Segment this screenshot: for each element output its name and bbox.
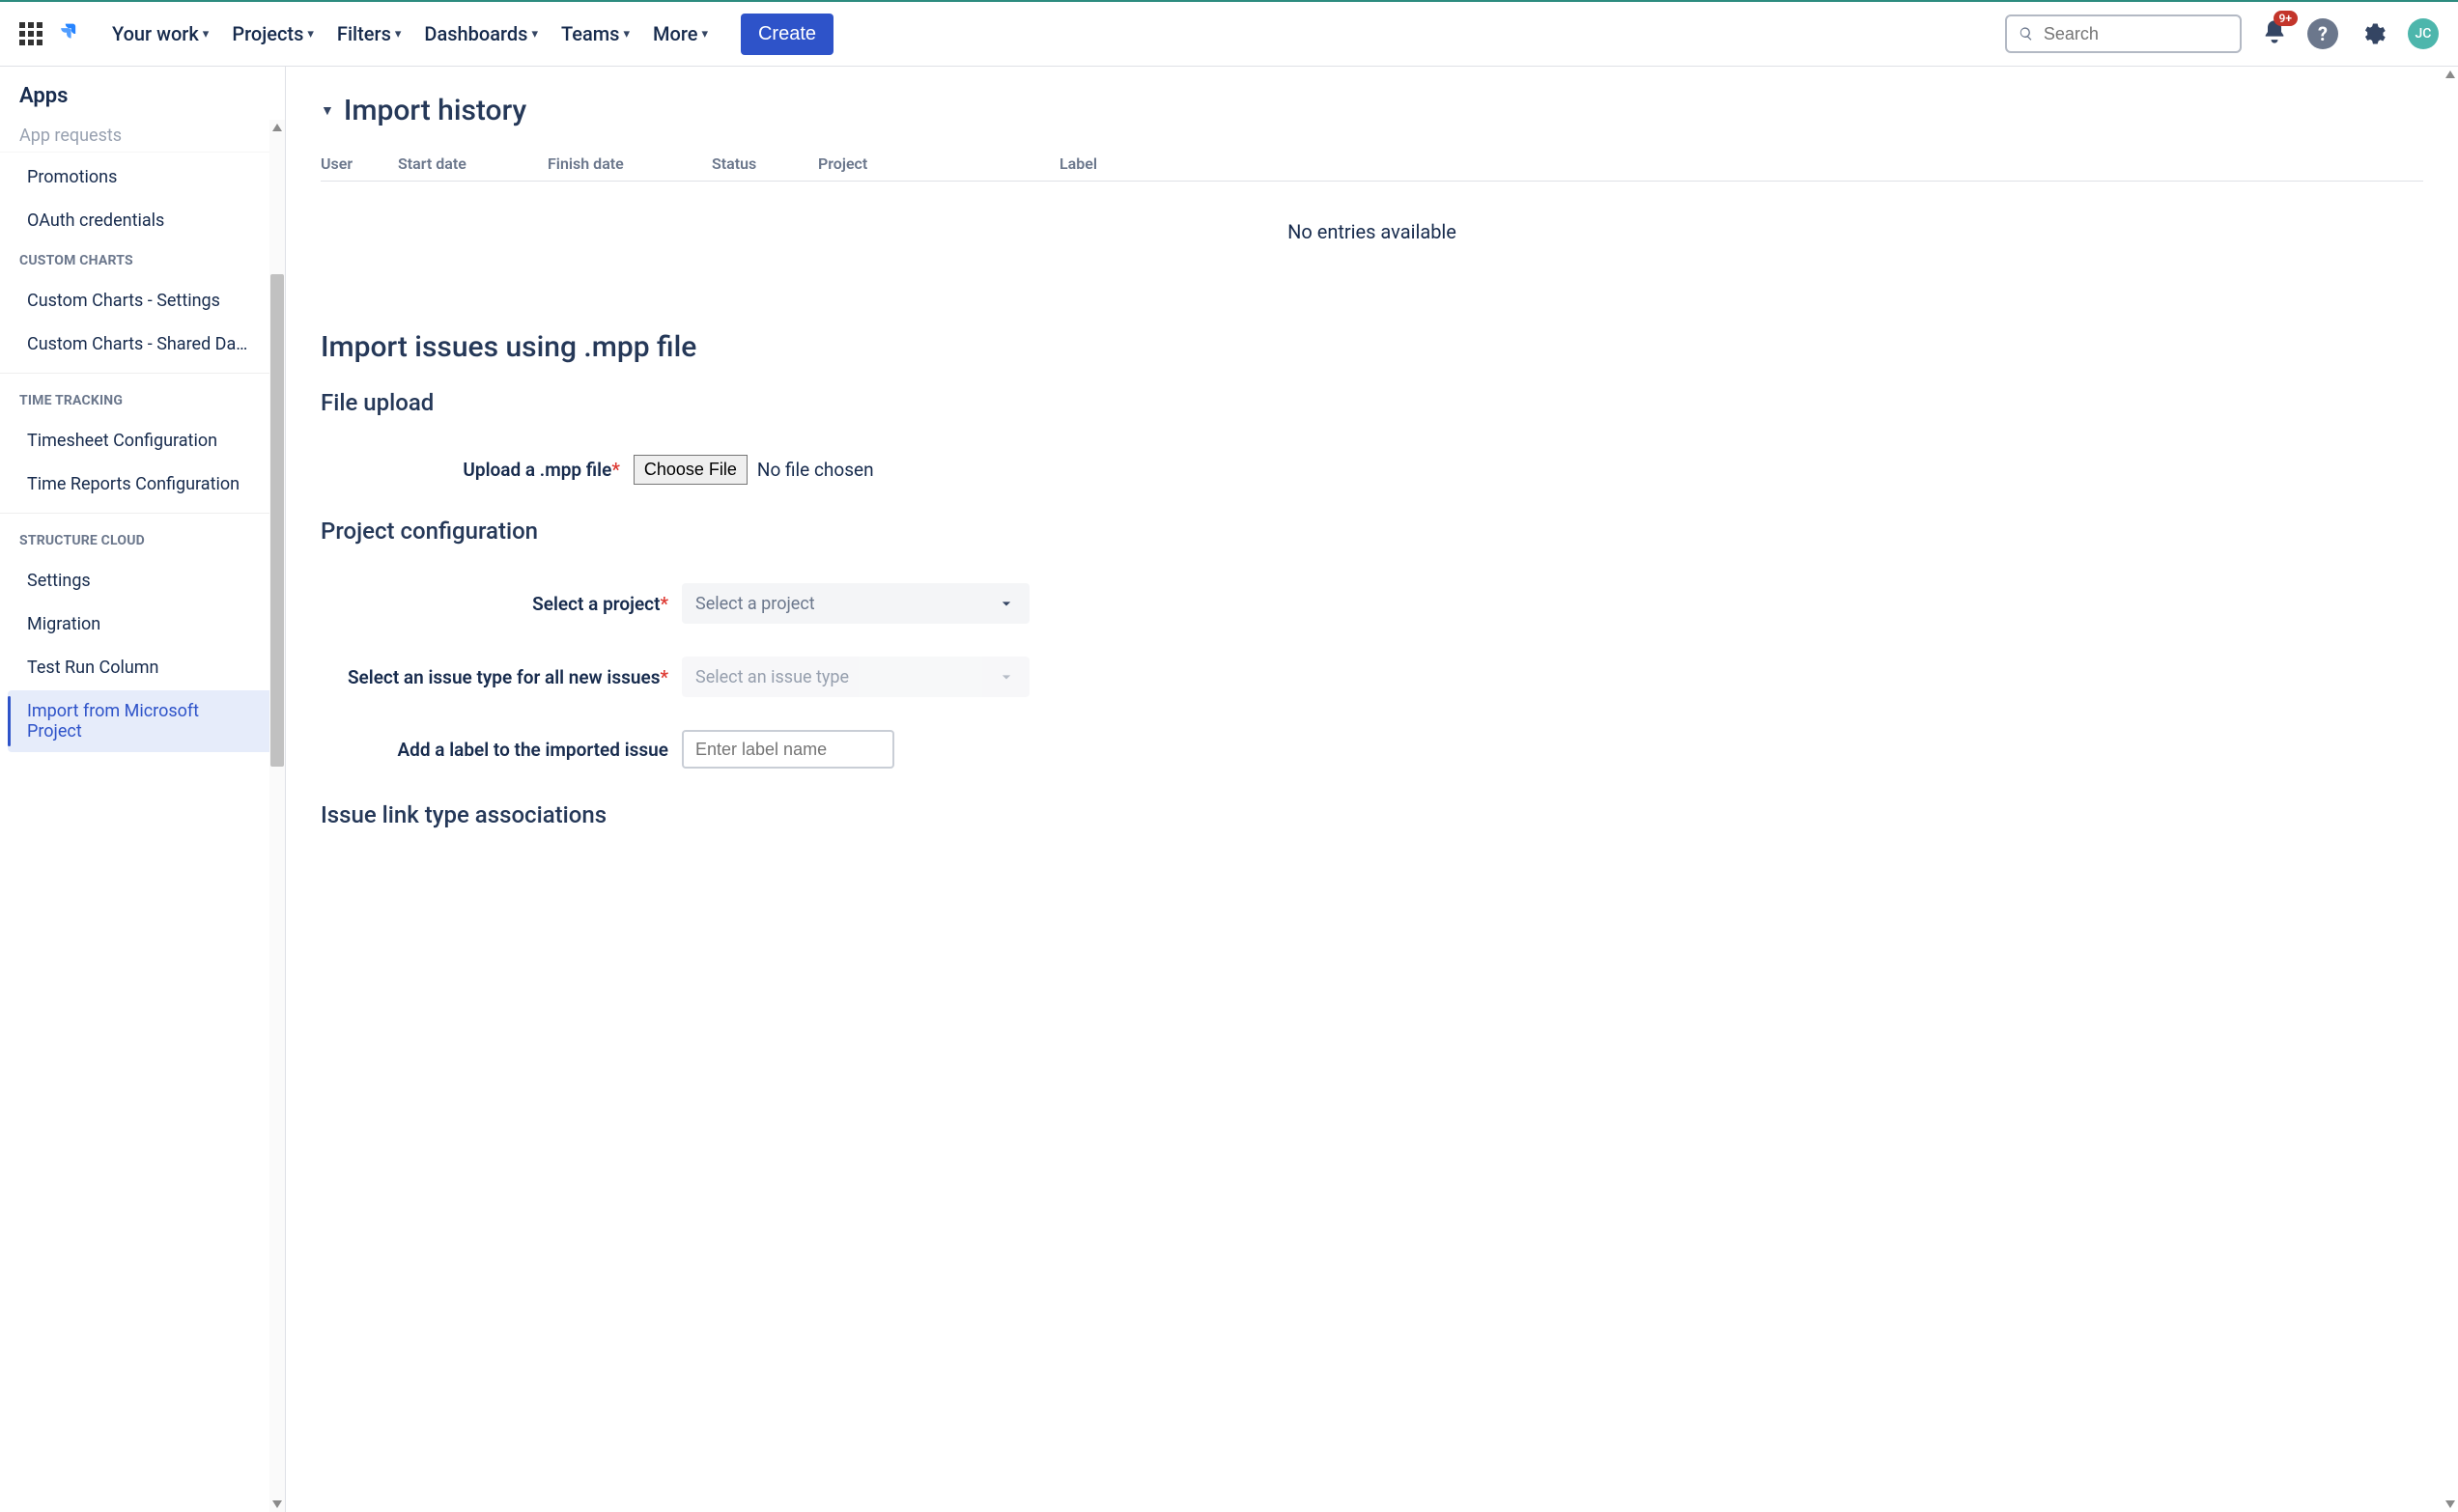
row-upload: Upload a .mpp file* Choose File No file … xyxy=(321,455,1016,485)
nav-your-work[interactable]: Your work▾ xyxy=(112,22,209,45)
search-icon xyxy=(2019,25,2034,42)
scroll-down-icon[interactable] xyxy=(2445,1500,2455,1508)
history-table-header: User Start date Finish date Status Proje… xyxy=(321,154,2423,182)
app-switcher-icon[interactable] xyxy=(19,22,42,45)
triangle-down-icon: ▼ xyxy=(321,102,334,119)
file-chooser: Choose File No file chosen xyxy=(634,455,874,485)
sidebar-scrollbar[interactable] xyxy=(269,120,285,1512)
add-label-label: Add a label to the imported issue xyxy=(321,739,668,761)
section-title: Import issues using .mpp file xyxy=(321,330,2423,364)
sidebar-item-promotions[interactable]: Promotions xyxy=(8,156,277,198)
scroll-up-icon[interactable] xyxy=(272,124,282,131)
topnav-left: Your work▾ Projects▾ Filters▾ Dashboards… xyxy=(19,14,833,55)
row-select-issue-type: Select an issue type for all new issues*… xyxy=(321,657,2423,697)
chevron-down-icon: ▾ xyxy=(395,27,402,42)
sidebar-scroll[interactable]: App requests Promotions OAuth credential… xyxy=(0,120,285,1512)
import-history-title: Import history xyxy=(344,94,526,127)
col-project: Project xyxy=(818,154,1059,173)
scrollbar-thumb[interactable] xyxy=(270,274,284,767)
select-project-label: Select a project* xyxy=(321,593,668,615)
chevron-down-icon xyxy=(997,667,1016,686)
sidebar-item-cc-settings[interactable]: Custom Charts - Settings xyxy=(8,280,277,322)
nav-projects[interactable]: Projects▾ xyxy=(232,22,314,45)
jira-logo-icon[interactable] xyxy=(56,21,81,46)
col-status: Status xyxy=(712,154,818,173)
select-project-placeholder: Select a project xyxy=(695,594,815,614)
notifications-button[interactable]: 9+ xyxy=(2261,18,2288,49)
select-issue-dropdown[interactable]: Select an issue type xyxy=(682,657,1030,697)
settings-button[interactable] xyxy=(2358,18,2388,49)
sidebar-item-time-reports[interactable]: Time Reports Configuration xyxy=(8,463,277,505)
nav-filters[interactable]: Filters▾ xyxy=(337,22,401,45)
label-input[interactable] xyxy=(682,730,894,769)
sidebar-item-oauth[interactable]: OAuth credentials xyxy=(8,200,277,241)
search-input[interactable] xyxy=(2044,24,2228,44)
sidebar-title: Apps xyxy=(0,67,285,120)
sidebar-heading-structure: STRUCTURE CLOUD xyxy=(0,513,285,558)
nav-items: Your work▾ Projects▾ Filters▾ Dashboards… xyxy=(112,22,708,45)
sidebar-item-migration[interactable]: Migration xyxy=(8,603,277,645)
no-file-text: No file chosen xyxy=(757,459,874,481)
sidebar-item-test-run[interactable]: Test Run Column xyxy=(8,647,277,688)
row-add-label: Add a label to the imported issue xyxy=(321,730,2423,769)
select-issue-placeholder: Select an issue type xyxy=(695,667,849,687)
row-select-project: Select a project* Select a project xyxy=(321,583,2423,624)
sidebar-item-import-ms-project[interactable]: Import from Microsoft Project xyxy=(8,690,277,752)
col-label: Label xyxy=(1059,154,2423,173)
search-box[interactable] xyxy=(2005,14,2242,53)
upload-label: Upload a .mpp file* xyxy=(463,459,619,481)
scroll-up-icon[interactable] xyxy=(2445,70,2455,78)
chevron-down-icon xyxy=(997,594,1016,613)
col-finish: Finish date xyxy=(548,154,712,173)
sidebar-item-cc-shared[interactable]: Custom Charts - Shared Das… xyxy=(8,323,277,365)
nav-dashboards[interactable]: Dashboards▾ xyxy=(424,22,538,45)
chevron-down-icon: ▾ xyxy=(623,27,630,42)
sidebar-item-settings[interactable]: Settings xyxy=(8,560,277,602)
sidebar-heading-custom-charts: CUSTOM CHARTS xyxy=(0,243,285,278)
scroll-down-icon[interactable] xyxy=(272,1500,282,1508)
topnav-right: 9+ ? JC xyxy=(2005,14,2439,53)
chevron-down-icon: ▾ xyxy=(701,27,708,42)
sidebar-heading-time-tracking: TIME TRACKING xyxy=(0,373,285,418)
main-scrollbar[interactable] xyxy=(2443,67,2458,1512)
history-empty-text: No entries available xyxy=(321,182,2423,301)
project-config-heading: Project configuration xyxy=(321,518,2423,545)
issue-link-heading: Issue link type associations xyxy=(321,801,2423,828)
choose-file-button[interactable]: Choose File xyxy=(634,455,748,485)
sidebar: Apps App requests Promotions OAuth crede… xyxy=(0,67,286,1512)
file-upload-heading: File upload xyxy=(321,389,2423,416)
select-issue-label: Select an issue type for all new issues* xyxy=(321,666,668,688)
sidebar-item-cut[interactable]: App requests xyxy=(0,120,285,153)
main-content: ▼ Import history User Start date Finish … xyxy=(286,67,2458,1512)
select-project-dropdown[interactable]: Select a project xyxy=(682,583,1030,624)
notification-badge: 9+ xyxy=(2274,11,2298,26)
import-history-toggle[interactable]: ▼ Import history xyxy=(321,94,2423,127)
col-user: User xyxy=(321,154,398,173)
col-start: Start date xyxy=(398,154,548,173)
sidebar-item-timesheet[interactable]: Timesheet Configuration xyxy=(8,420,277,462)
top-navigation: Your work▾ Projects▾ Filters▾ Dashboards… xyxy=(0,0,2458,67)
nav-more[interactable]: More▾ xyxy=(653,22,708,45)
chevron-down-icon: ▾ xyxy=(531,27,538,42)
create-button[interactable]: Create xyxy=(741,14,833,55)
nav-teams[interactable]: Teams▾ xyxy=(561,22,630,45)
avatar[interactable]: JC xyxy=(2408,18,2439,49)
chevron-down-icon: ▾ xyxy=(307,27,314,42)
gear-icon xyxy=(2359,20,2387,47)
chevron-down-icon: ▾ xyxy=(203,27,210,42)
help-button[interactable]: ? xyxy=(2307,18,2338,49)
